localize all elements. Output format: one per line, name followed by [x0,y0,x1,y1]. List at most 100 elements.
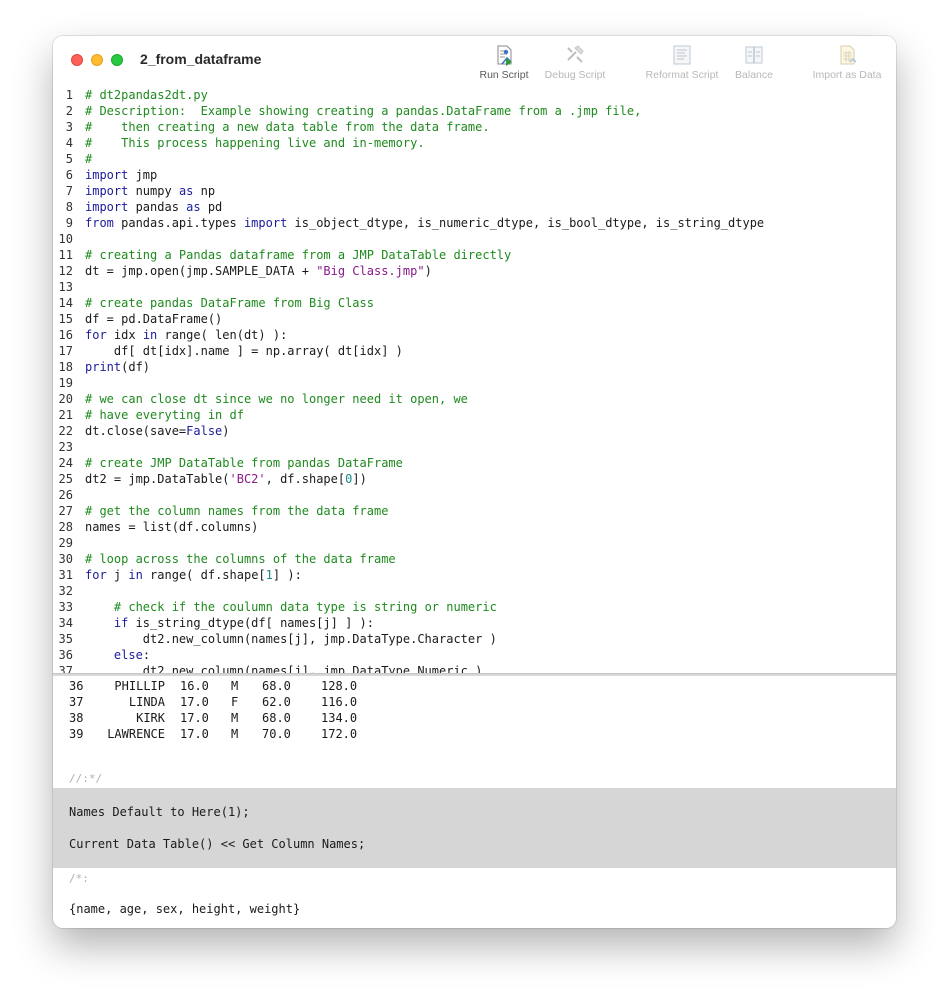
jsl-result: {name, age, sex, height, weight} [69,902,301,916]
log-table-row: 39 LAWRENCE 17.0 M 70.0 172.0 [53,726,453,742]
code-token: False [186,424,223,438]
code-line[interactable]: 16 for idx in range( len(dt) ): [53,327,896,343]
code-line[interactable]: 7 import numpy as np [53,183,896,199]
code-line[interactable]: 13 [53,279,896,295]
script-editor[interactable]: 1 # dt2pandas2dt.py 2 # Description: Exampl… [53,86,896,673]
code-line[interactable]: 32 [53,583,896,599]
code-line[interactable]: 17 df[ dt[idx].name ] = np.array( dt[idx… [53,343,896,359]
code-token: import [243,216,288,230]
code-token: # loop across the columns of the data fr… [85,552,396,566]
zoom-window-button[interactable] [111,54,123,66]
code-line[interactable]: 20 # we can close dt since we no longer n… [53,391,896,407]
minimize-window-button[interactable] [91,54,103,66]
close-window-button[interactable] [71,54,83,66]
log-cell-weight: 128.0 [321,679,358,693]
code-token: dt2.new_column(names[j], jmp.DataType.Nu… [85,664,483,673]
log-table-row: 37 LINDA 17.0 F 62.0 116.0 [53,694,453,710]
code-token: pd [200,200,223,214]
code-token: , df.shape[ [265,472,346,486]
code-token: ] ): [272,568,302,582]
code-line[interactable]: 22 dt.close(save=False) [53,423,896,439]
log-cell-height: 68.0 [262,679,291,693]
code-line[interactable]: 3 # then creating a new data table from t… [53,119,896,135]
code-line[interactable]: 36 else: [53,647,896,663]
code-line[interactable]: 35 dt2.new_column(names[j], jmp.DataType… [53,631,896,647]
code-line[interactable]: 26 [53,487,896,503]
code-token: # check if the coulumn data type is stri… [113,600,497,614]
line-number: 4 [65,136,73,150]
code-line[interactable]: 27 # get the column names from the data f… [53,503,896,519]
code-text: # we can close dt since we no longer nee… [85,391,468,407]
code-text: # create pandas DataFrame from Big Class [85,295,374,311]
code-line[interactable]: 8 import pandas as pd [53,199,896,215]
code-line[interactable]: 37 dt2.new_column(names[j], jmp.DataType… [53,663,896,673]
code-token: else [113,648,143,662]
line-number: 15 [58,312,73,326]
code-token: is_string_dtype(df[ names[j] ] ): [128,616,374,630]
reformat-script-label: Reformat Script [645,69,719,81]
line-number: 29 [58,536,73,550]
code-text: # create JMP DataTable from pandas DataF… [85,455,403,471]
code-text: # get the column names from the data fra… [85,503,388,519]
jsl-end-marker: //:*/ [69,772,103,785]
log-cell-weight: 134.0 [321,711,358,725]
code-line[interactable]: 24 # create JMP DataTable from pandas Dat… [53,455,896,471]
log-cell-height: 70.0 [262,727,291,741]
code-line[interactable]: 33 # check if the coulumn data type is s… [53,599,896,615]
code-token: for [85,328,107,342]
code-line[interactable]: 2 # Description: Example showing creating… [53,103,896,119]
log-pane[interactable]: 36 PHILLIP 16.0 M 68.0 128.0 37 LINDA 17.0 F 62.0 1… [53,676,896,928]
code-line[interactable]: 31 for j in range( df.shape[1] ): [53,567,896,583]
code-line[interactable]: 23 [53,439,896,455]
log-cell-age: 17.0 [180,727,209,741]
code-line[interactable]: 29 [53,535,896,551]
code-line[interactable]: 4 # This process happening live and in-me… [53,135,896,151]
code-token: print [85,360,122,374]
line-number: 12 [58,264,73,278]
import-as-data-button[interactable]: Import as Data [808,44,886,84]
line-number: 32 [58,584,73,598]
script-window: 2_from_dataframe Run Script Debug Script [53,36,896,928]
reformat-script-button[interactable]: Reformat Script [641,44,723,84]
code-line[interactable]: 34 if is_string_dtype(df[ names[j] ] ): [53,615,896,631]
window-title: 2_from_dataframe [140,51,262,67]
code-line[interactable]: 10 [53,231,896,247]
code-token: is_object_dtype, is_numeric_dtype, is_bo… [287,216,765,230]
code-line[interactable]: 28 names = list(df.columns) [53,519,896,535]
log-cell-age: 16.0 [180,679,209,693]
code-line[interactable]: 21 # have everyting in df [53,407,896,423]
code-token: 'BC2' [229,472,266,486]
code-line[interactable]: 5 # [53,151,896,167]
code-line[interactable]: 14 # create pandas DataFrame from Big Cla… [53,295,896,311]
run-script-button[interactable]: Run Script [472,44,536,84]
code-line[interactable]: 12 dt = jmp.open(jmp.SAMPLE_DATA + "Big C… [53,263,896,279]
line-number: 3 [65,120,73,134]
code-line[interactable]: 1 # dt2pandas2dt.py [53,87,896,103]
code-token: pandas [128,200,187,214]
code-line[interactable]: 18 print(df) [53,359,896,375]
debug-script-button[interactable]: Debug Script [539,44,611,84]
code-line[interactable]: 30 # loop across the columns of the data … [53,551,896,567]
code-text: print(df) [85,359,150,375]
line-number: 31 [58,568,73,582]
balance-button[interactable]: Balance [730,44,778,84]
jsl-start-marker: /*: [69,872,89,885]
run-script-icon [497,45,512,66]
code-line[interactable]: 25 dt2 = jmp.DataTable('BC2', df.shape[0]… [53,471,896,487]
line-number: 13 [58,280,73,294]
import-as-data-icon [840,45,857,65]
code-token: j [106,568,129,582]
line-number: 19 [58,376,73,390]
log-cell-name: LAWRENCE [107,727,165,741]
code-line[interactable]: 11 # creating a Pandas dataframe from a J… [53,247,896,263]
line-number: 27 [58,504,73,518]
code-line[interactable]: 19 [53,375,896,391]
code-line[interactable]: 6 import jmp [53,167,896,183]
jsl-line: Current Data Table() << Get Column Names… [69,837,366,851]
code-text: # dt2pandas2dt.py [85,87,208,103]
code-line[interactable]: 9 from pandas.api.types import is_object_… [53,215,896,231]
code-line[interactable]: 15 df = pd.DataFrame() [53,311,896,327]
